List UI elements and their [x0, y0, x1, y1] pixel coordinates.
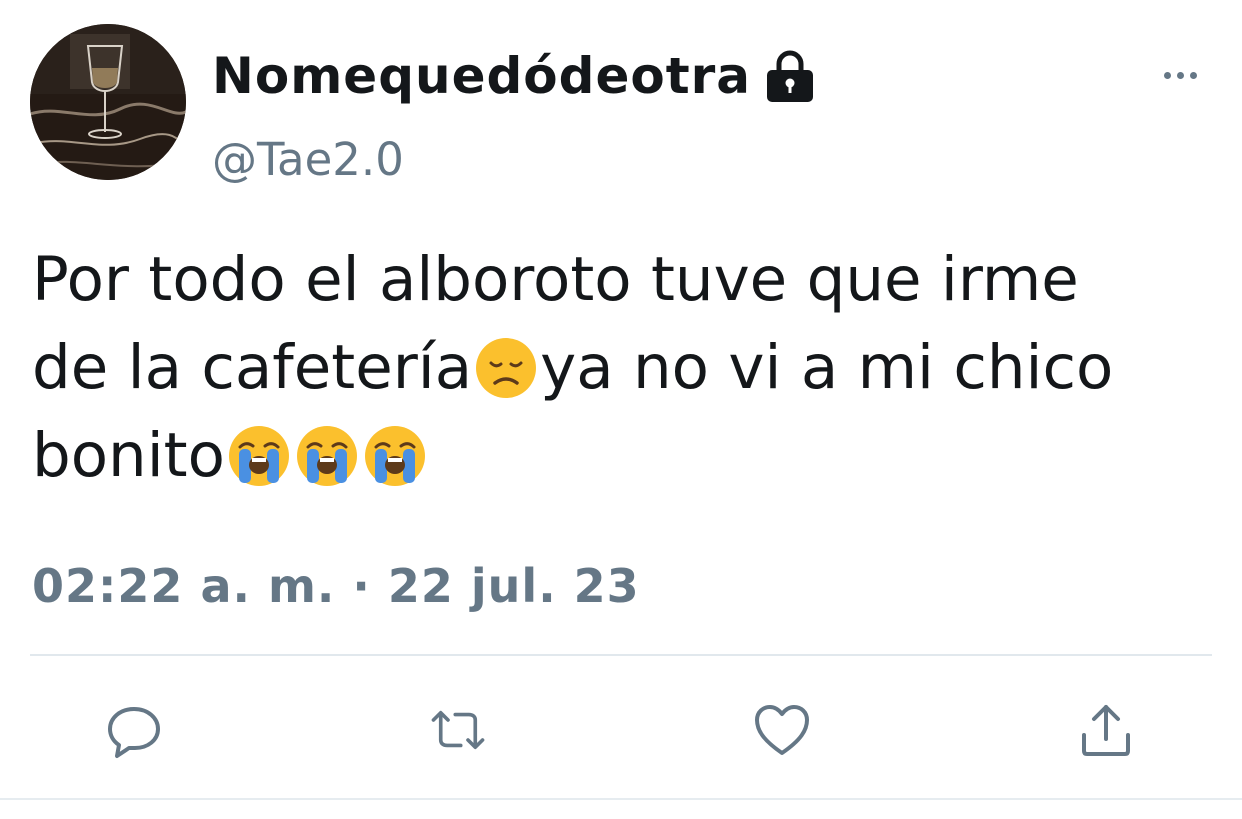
tweet-line-1: Por todo el alboroto tuve que irme — [32, 236, 1232, 324]
divider — [0, 798, 1242, 800]
like-button[interactable] — [752, 700, 812, 760]
loudly-crying-face-icon — [364, 426, 425, 486]
user-handle[interactable]: @Tae2.0 — [212, 130, 404, 190]
share-icon — [1082, 705, 1130, 756]
tweet-text-segment: bonito — [32, 420, 225, 491]
disappointed-face-icon — [476, 338, 537, 398]
tweet-text-segment: ya no vi a mi chico — [540, 332, 1114, 403]
heart-icon — [755, 705, 809, 755]
reply-icon — [108, 707, 160, 758]
retweet-button[interactable] — [428, 700, 488, 760]
divider — [30, 654, 1212, 656]
wine-glass-avatar-icon — [30, 24, 186, 180]
more-dot — [1189, 71, 1197, 79]
share-button[interactable] — [1076, 700, 1136, 760]
loudly-crying-face-icon — [296, 426, 357, 486]
display-name[interactable]: Nomequedódeotra — [212, 44, 817, 108]
more-dot — [1163, 71, 1171, 79]
tweet-text-segment: de la cafetería — [32, 332, 473, 403]
tweet-text-segment: Por todo el alboroto tuve que irme — [32, 244, 1079, 315]
more-dot — [1176, 71, 1184, 79]
retweet-icon — [431, 710, 485, 750]
tweet-text: Por todo el alboroto tuve que irme de la… — [32, 236, 1232, 500]
avatar[interactable] — [30, 24, 186, 180]
display-name-text: Nomequedódeotra — [212, 47, 751, 105]
loudly-crying-face-icon — [228, 426, 289, 486]
tweet-timestamp[interactable]: 02:22 a. m. · 22 jul. 23 — [32, 556, 640, 616]
reply-button[interactable] — [104, 700, 164, 760]
tweet-line-3: bonito — [32, 412, 1232, 500]
tweet-line-2: de la cafetería ya no vi a mi chico — [32, 324, 1232, 412]
lock-icon — [767, 50, 813, 102]
more-options-icon[interactable] — [1150, 60, 1210, 90]
